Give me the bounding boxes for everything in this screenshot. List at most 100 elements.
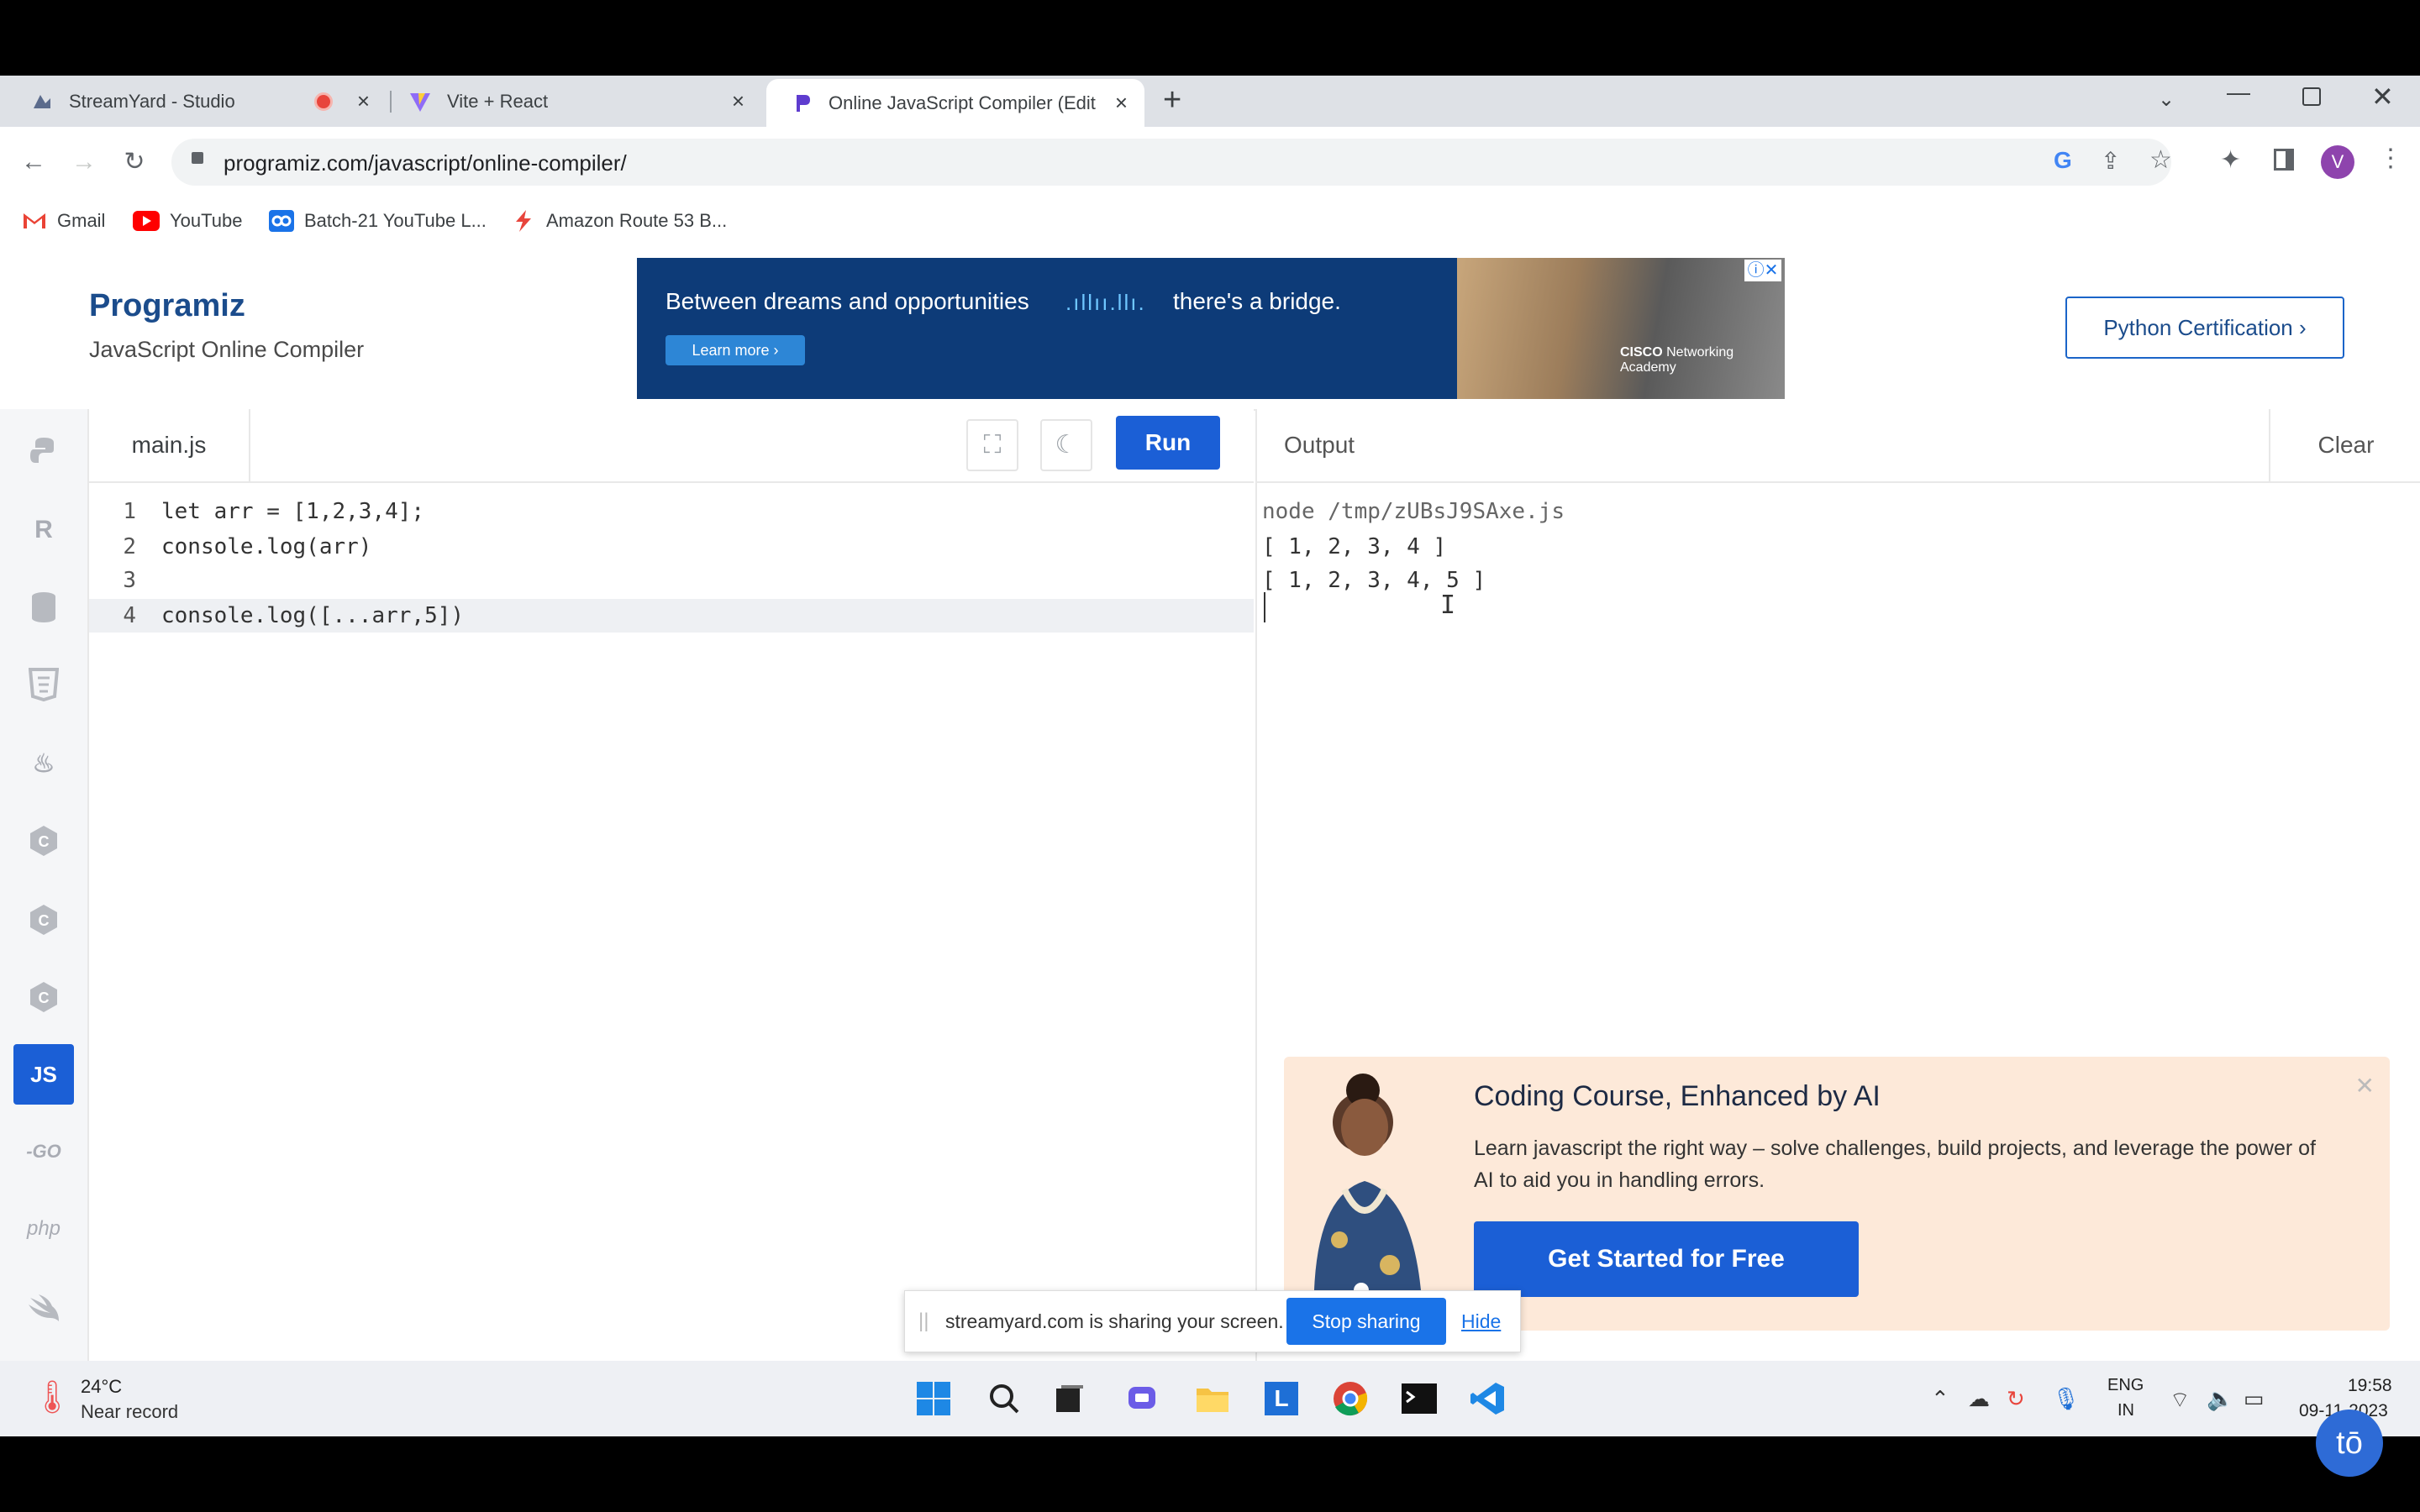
- task-view-icon[interactable]: [1049, 1378, 1091, 1420]
- swift-icon[interactable]: [13, 1278, 74, 1338]
- language-indicator[interactable]: ENG: [2107, 1376, 2144, 1395]
- restore-icon[interactable]: [2302, 87, 2321, 106]
- url-text: programiz.com/javascript/online-compiler…: [224, 150, 627, 176]
- chat-icon[interactable]: [1121, 1378, 1163, 1420]
- programiz-logo[interactable]: Programiz: [89, 288, 245, 324]
- bookmark-gmail[interactable]: Gmail: [22, 206, 105, 236]
- window-close-icon[interactable]: ✕: [2371, 81, 2394, 113]
- c-icon[interactable]: C: [13, 811, 74, 871]
- cpp-icon[interactable]: C: [13, 890, 74, 950]
- ad-brand: CISCO Networking Academy: [1620, 345, 1734, 375]
- close-icon[interactable]: ✕: [2355, 1072, 2375, 1100]
- output-line: [ 1, 2, 3, 4 ]: [1262, 534, 1447, 559]
- close-icon[interactable]: ×: [732, 88, 744, 114]
- promo-body: Learn javascript the right way – solve c…: [1474, 1137, 2316, 1192]
- onedrive-icon[interactable]: ☁: [1968, 1386, 1990, 1412]
- recording-icon: [314, 92, 333, 111]
- get-started-button[interactable]: Get Started for Free: [1474, 1221, 1859, 1297]
- programiz-icon: [790, 92, 813, 115]
- l-app-icon[interactable]: L: [1260, 1378, 1302, 1420]
- youtube-icon: [133, 211, 160, 231]
- wifi-icon[interactable]: ⌔: [2170, 1386, 2190, 1414]
- clock-time[interactable]: 19:58: [2348, 1376, 2392, 1396]
- gmail-icon: [22, 212, 47, 230]
- thermometer-icon[interactable]: 🌡: [32, 1379, 72, 1416]
- chrome-icon[interactable]: [1329, 1378, 1371, 1420]
- python-icon[interactable]: [13, 421, 74, 481]
- aws-icon: [511, 208, 536, 234]
- language-sidebar: R ♨ C C C JS -GO php: [0, 409, 89, 1361]
- dark-mode-icon[interactable]: ☾: [1040, 419, 1092, 471]
- line-number: 4: [123, 603, 136, 628]
- output-title: Output: [1284, 432, 1355, 458]
- bookmark-youtube[interactable]: YouTube: [133, 206, 242, 236]
- tab-search-icon[interactable]: ⌄: [2158, 87, 2175, 112]
- tab-streamyard[interactable]: StreamYard - Studio ×: [0, 76, 387, 127]
- share-icon[interactable]: ⇪: [2101, 147, 2120, 175]
- ad-text: there's a bridge.: [1173, 288, 1341, 314]
- menu-icon[interactable]: ⋮: [2378, 144, 2403, 173]
- forward-icon[interactable]: →: [67, 145, 101, 179]
- ad-wave-graphic: .ıllıı.llı.: [1065, 290, 1146, 315]
- bookmark-star-icon[interactable]: ☆: [2149, 145, 2172, 175]
- js-icon[interactable]: JS: [13, 1044, 74, 1105]
- tab-label: StreamYard - Studio: [69, 90, 235, 112]
- vscode-icon[interactable]: [1467, 1378, 1509, 1420]
- new-tab-button[interactable]: +: [1163, 82, 1181, 118]
- google-icon[interactable]: G: [2054, 147, 2072, 174]
- ad-learn-more-button[interactable]: Learn more ›: [666, 335, 805, 365]
- weather-temp[interactable]: 24°C: [81, 1376, 122, 1398]
- line-number: 2: [123, 534, 136, 559]
- python-certification-button[interactable]: Python Certification ›: [2065, 297, 2344, 359]
- fullscreen-icon[interactable]: ⛶: [966, 419, 1018, 471]
- tab-vite-react[interactable]: Vite + React ×: [392, 76, 761, 127]
- html-icon[interactable]: [13, 654, 74, 715]
- file-explorer-icon[interactable]: [1192, 1378, 1234, 1420]
- ad-banner[interactable]: Between dreams and opportunities .ıllıı.…: [637, 258, 1785, 399]
- bookmark-label: YouTube: [170, 210, 243, 231]
- java-icon[interactable]: ♨: [13, 733, 74, 794]
- r-icon[interactable]: R: [13, 500, 74, 560]
- recording-app-icon[interactable]: tō: [2316, 1410, 2383, 1477]
- search-icon[interactable]: [983, 1378, 1025, 1420]
- bookmark-batch-21[interactable]: Batch-21 YouTube L...: [269, 206, 487, 236]
- reload-icon[interactable]: ↻: [118, 145, 151, 179]
- sql-icon[interactable]: [13, 577, 74, 638]
- side-panel-icon[interactable]: [2274, 149, 2294, 171]
- battery-icon[interactable]: ▭: [2244, 1386, 2265, 1412]
- code-text: console.log(arr): [161, 534, 372, 559]
- chevron-up-icon[interactable]: ⌃: [1931, 1386, 1949, 1412]
- back-icon[interactable]: ←: [17, 145, 50, 179]
- stop-sharing-button[interactable]: Stop sharing: [1286, 1298, 1446, 1345]
- php-icon[interactable]: php: [13, 1199, 74, 1259]
- language-region[interactable]: IN: [2118, 1401, 2134, 1420]
- bookmark-amazon-route53[interactable]: Amazon Route 53 B...: [511, 206, 727, 236]
- csharp-icon[interactable]: C: [13, 967, 74, 1027]
- ad-close-icon[interactable]: ⓘ✕: [1744, 260, 1781, 281]
- page-subtitle: JavaScript Online Compiler: [89, 337, 365, 362]
- drag-handle-icon[interactable]: ||: [918, 1310, 929, 1333]
- code-line: 3: [89, 564, 1254, 597]
- browser-toolbar: ← → ↻ programiz.com/javascript/online-co…: [0, 127, 2420, 197]
- run-button[interactable]: Run: [1116, 416, 1220, 470]
- close-icon[interactable]: ×: [1115, 90, 1128, 116]
- address-bar[interactable]: programiz.com/javascript/online-compiler…: [171, 139, 2172, 186]
- go-icon[interactable]: -GO: [13, 1121, 74, 1182]
- tab-label: Online JavaScript Compiler (Edit: [829, 92, 1096, 113]
- file-tab-main-js[interactable]: main.js: [89, 409, 250, 481]
- close-icon[interactable]: ×: [357, 88, 370, 114]
- tab-programiz[interactable]: Online JavaScript Compiler (Edit ×: [766, 79, 1144, 127]
- terminal-icon[interactable]: [1398, 1378, 1440, 1420]
- hide-link[interactable]: Hide: [1461, 1291, 1501, 1352]
- code-editor[interactable]: 1 let arr = [1,2,3,4]; 2 console.log(arr…: [89, 483, 1254, 1361]
- microphone-icon[interactable]: 🎙: [2052, 1386, 2080, 1412]
- profile-avatar[interactable]: V: [2321, 145, 2354, 179]
- extensions-icon[interactable]: ✦: [2220, 145, 2241, 175]
- windows-start-icon[interactable]: [913, 1378, 955, 1420]
- volume-icon[interactable]: 🔈: [2207, 1386, 2233, 1412]
- minimize-icon[interactable]: —: [2227, 79, 2250, 106]
- weather-desc[interactable]: Near record: [81, 1401, 178, 1423]
- clear-button[interactable]: Clear: [2269, 409, 2420, 481]
- ibeam-cursor-icon: I: [1440, 591, 1456, 620]
- sync-icon[interactable]: ↻: [2007, 1386, 2025, 1412]
